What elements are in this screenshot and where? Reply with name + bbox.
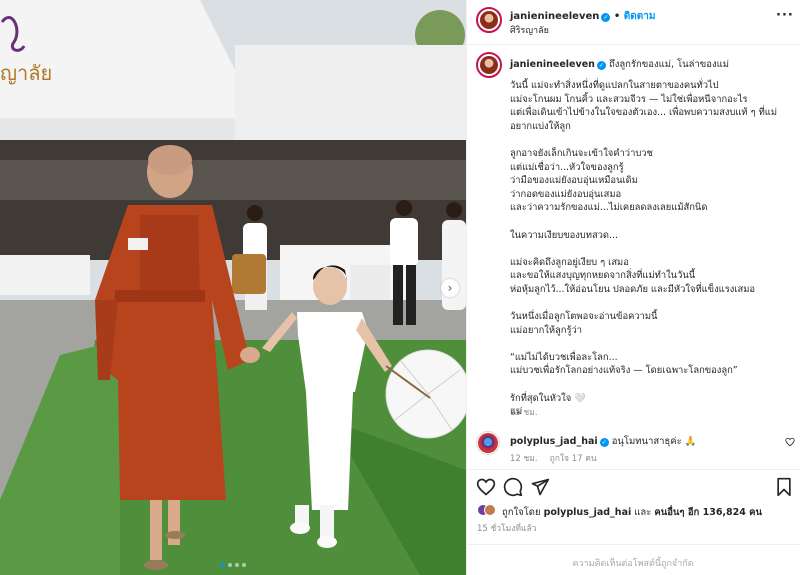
post-time[interactable]: 15 ชั่วโมงที่แล้ว [477,521,536,535]
caption-headline: ถึงลูกรักของแม่, โนล่าของแม่ [608,59,729,70]
likes-others[interactable]: คนอื่นๆ อีก 136,824 คน [654,507,762,518]
caption-text: วันนี้ แม่จะทำสิ่งหนึ่งที่ดูแปลกในสายตาข… [510,79,792,419]
caption-line: “แม่ไม่ได้บวชเพื่อละโลก... [510,351,618,363]
caption-time: 15 ชม. [510,408,538,418]
verified-icon: ✓ [601,13,611,22]
post-location[interactable]: ศิริรญาลัย [510,23,549,37]
caption-line: ห่อหุ้มลูกไว้...ให้อ่อนโยน ปลอดภัย และมี… [510,283,756,295]
caption-line: และขอให้แสงบุญทุกหยดจากสิ่งที่แม่ทำในวัน… [510,270,696,282]
caption-line: แม่ [510,406,523,418]
caption-avatar[interactable] [476,52,502,78]
caption-line: ว่ามือของแม่ยังอบอุ่นเหมือนเดิม [510,175,638,187]
caption-header: janienineeleven ✓ ถึงลูกรักของแม่, โนล่าข… [510,57,729,72]
caption-line: แต่แม่เชื่อว่า...หัวใจของลูกรู้ [510,161,624,173]
carousel-indicator [0,563,466,569]
likes-joiner: และ [634,507,652,518]
svg-text:ญาลัย: ญาลัย [0,61,52,85]
like-icon[interactable] [476,477,496,497]
share-icon[interactable] [530,477,550,497]
caption-line: แม่จะคิดถึงลูกอยู่เงียบ ๆ เสมอ [510,256,629,268]
follow-button[interactable]: ติดตาม [624,11,656,22]
comment-like-icon[interactable] [785,437,795,447]
likes-user[interactable]: polyplus_jad_hai [544,507,632,518]
carousel-dot [241,563,246,567]
caption-line: ในความเงียบของบทสวด... [510,229,618,241]
post-photo[interactable]: ญาลัย › [0,0,466,575]
caption-line: วันนี้ แม่จะทำสิ่งหนึ่งที่ดูแปลกในสายตาข… [510,80,719,91]
author-avatar[interactable] [476,7,502,33]
caption-line: แม่อยากให้ลูกรู้ว่า [510,324,583,336]
author-username[interactable]: janienineeleven [510,11,599,22]
footer-divider [466,544,800,545]
verified-icon: ✓ [596,61,606,70]
caption-line [510,215,792,229]
header-divider [466,44,800,45]
comment-likes[interactable]: ถูกใจ 17 คน [550,454,597,464]
caption-line: และว่าความรักของแม่...ไม่เคยลดลงเลยแม้สั… [510,202,708,214]
comment-username[interactable]: polyplus_jad_hai [510,436,598,447]
likes-summary[interactable]: ถูกใจโดย polyplus_jad_hai และ คนอื่นๆ อี… [502,505,762,520]
comment-meta: 12 ชม. ถูกใจ 17 คน [510,451,597,465]
caption-line [510,242,792,256]
likes-prefix: ถูกใจโดย [502,507,541,518]
liker-avatars [477,504,499,517]
action-bar [476,477,794,499]
comment-time: 12 ชม. [510,454,538,464]
caption-line: วันหนึ่งเมื่อลูกโตพอจะอ่านข้อความนี้ [510,311,658,323]
comment: polyplus_jad_hai ✓ อนุโมทนาสาธุค่ะ 🙏 [510,434,697,449]
carousel-dot [227,563,232,567]
caption-line [510,133,792,147]
comments-restricted-notice: ความคิดเห็นต่อโพสต์นี้ถูกจำกัด [572,559,694,569]
carousel-dot [220,563,225,567]
post-author: janienineeleven ✓ • ติดตาม [510,11,656,22]
commenter-avatar[interactable] [476,431,500,455]
chevron-right-icon[interactable]: › [441,279,459,297]
comment-icon[interactable] [503,477,523,497]
caption-line: รักที่สุดในหัวใจ 🤍 [510,392,586,404]
more-icon[interactable]: ··· [776,8,794,23]
caption-line: แม่จะโกนผม โกนคิ้ว และสวมจีวร — ไม่ใช่เพ… [510,93,748,105]
caption-line: ว่ากอดของแม่ยังอบอุ่นเสมอ [510,188,622,200]
caption-line [510,378,792,392]
caption-line [510,337,792,351]
comment-text: อนุโมทนาสาธุค่ะ 🙏 [611,436,697,447]
carousel-dot [234,563,239,567]
caption-username[interactable]: janienineeleven [510,59,595,70]
verified-icon: ✓ [599,438,609,447]
caption-line: แต่เพื่อเดินเข้าไปข้างในใจของตัวเอง... เ… [510,107,777,119]
actions-divider [466,469,800,470]
liker-avatar [484,504,496,516]
bookmark-icon[interactable] [774,477,794,497]
caption-line [510,297,792,311]
caption-line: อยากแบ่งให้ลูก [510,120,571,132]
caption-line: ลูกอาจยังเล็กเกินจะเข้าใจคำว่าบวช [510,147,653,159]
post-image: ญาลัย [0,0,466,575]
caption-line: แม่บวชเพื่อรักโลกอย่างแท้จริง — โดยเฉพาะ… [510,365,738,377]
